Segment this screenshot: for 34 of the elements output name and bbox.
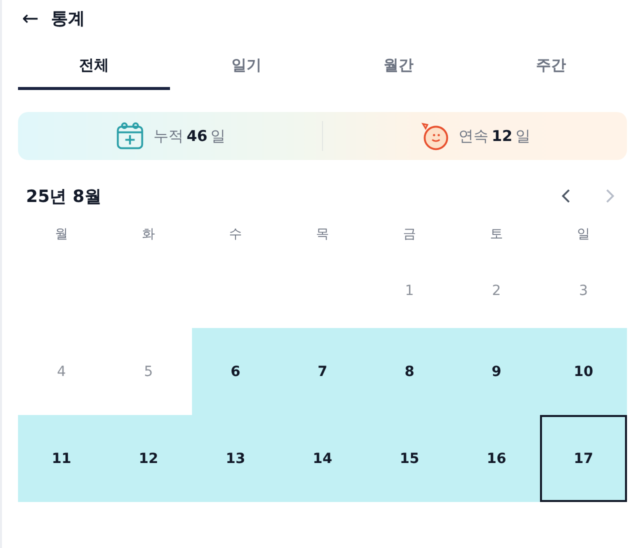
smiley-icon bbox=[420, 121, 450, 151]
calendar-plus-icon bbox=[114, 121, 145, 151]
recorded-day-cell[interactable]: 13 bbox=[192, 415, 279, 502]
back-button[interactable]: ← bbox=[22, 6, 39, 30]
tab[interactable]: 일기 bbox=[170, 50, 322, 90]
weekday-label: 화 bbox=[142, 226, 155, 243]
stat-unit: 일 bbox=[515, 126, 530, 146]
weekday-label: 일 bbox=[577, 226, 590, 243]
stat-label: 누적 bbox=[154, 126, 184, 146]
recorded-day-cell[interactable]: 8 bbox=[366, 328, 453, 415]
weekday-label: 토 bbox=[490, 226, 503, 243]
month-title: 25년 8월 bbox=[25, 186, 102, 208]
tab[interactable]: 주간 bbox=[474, 50, 627, 90]
weekday-label: 금 bbox=[403, 226, 416, 243]
recorded-day-cell[interactable]: 15 bbox=[366, 415, 453, 502]
stat-value: 12 bbox=[492, 127, 512, 145]
stat-value: 46 bbox=[186, 127, 208, 145]
weekday-label: 월 bbox=[55, 226, 68, 243]
recorded-day-cell[interactable]: 12 bbox=[105, 415, 192, 502]
recorded-day-cell[interactable]: 9 bbox=[453, 328, 540, 415]
weekday-label: 수 bbox=[229, 226, 242, 243]
recorded-day-cell[interactable]: 11 bbox=[18, 415, 105, 502]
recorded-day-cell[interactable]: 17 bbox=[540, 415, 627, 502]
recorded-day-cell[interactable]: 14 bbox=[279, 415, 366, 502]
tab[interactable]: 전체 bbox=[18, 50, 170, 90]
recorded-day-cell[interactable]: 6 bbox=[192, 328, 279, 415]
page-title: 통계 bbox=[50, 8, 85, 30]
weekday-label: 목 bbox=[316, 226, 329, 243]
recorded-day-cell[interactable]: 7 bbox=[279, 328, 366, 415]
recorded-day-cell[interactable]: 16 bbox=[453, 415, 540, 502]
stat-unit: 일 bbox=[210, 126, 226, 146]
stat-label: 연속 bbox=[458, 126, 489, 146]
recorded-day-cell[interactable]: 10 bbox=[540, 328, 627, 415]
tab[interactable]: 월간 bbox=[322, 50, 475, 90]
